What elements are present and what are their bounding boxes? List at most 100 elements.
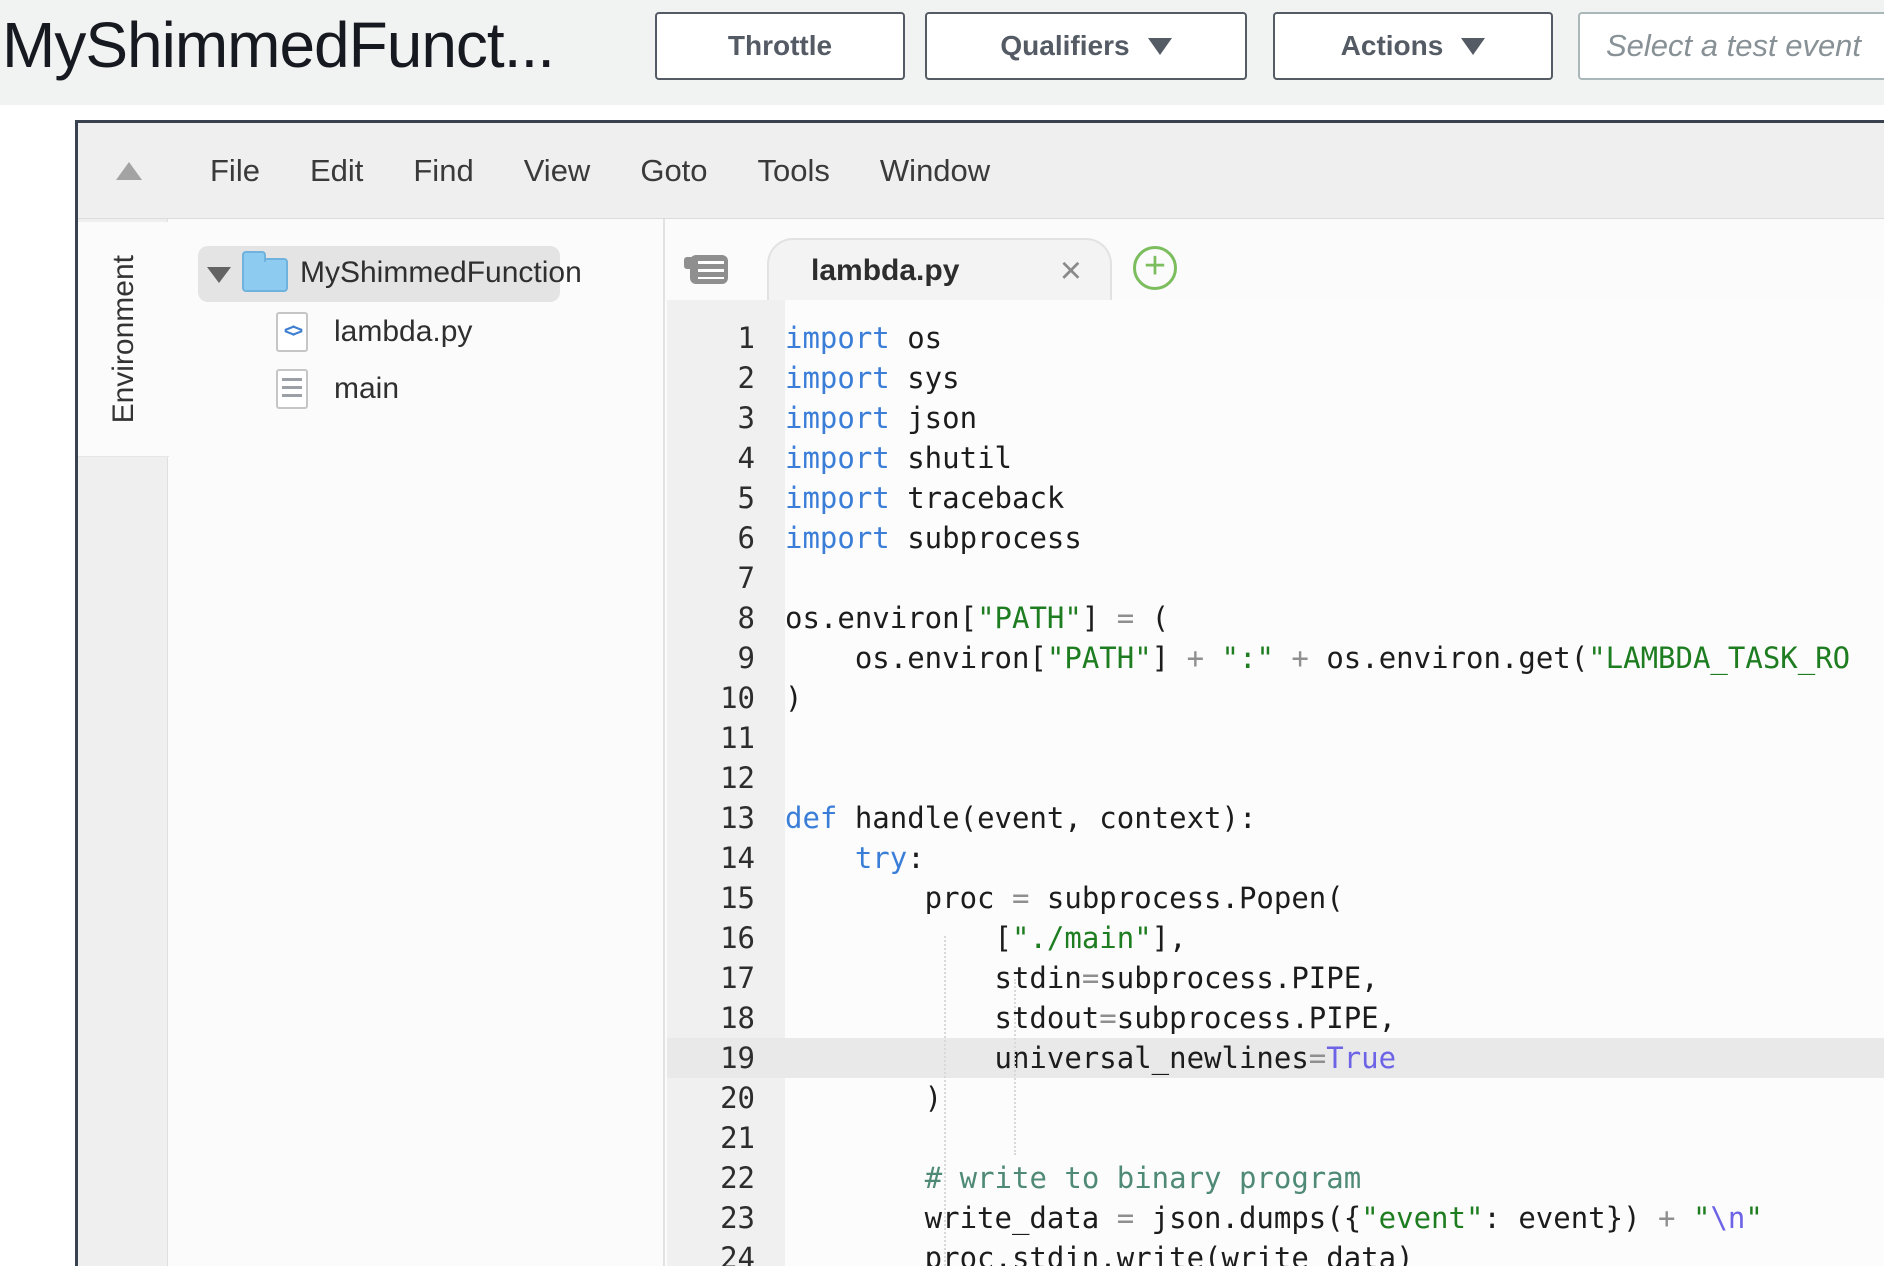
line-number[interactable]: 7 — [667, 558, 785, 598]
code-line-2[interactable]: 2import sys — [667, 358, 1884, 398]
tree-folder-row[interactable]: MyShimmedFunction — [168, 246, 663, 302]
code-glyph: <> — [284, 321, 300, 343]
aws-function-header: MyShimmedFunct... Throttle Qualifiers Ac… — [0, 0, 1884, 105]
environment-tab[interactable]: Environment — [78, 222, 169, 457]
line-content: import shutil — [785, 438, 1012, 478]
line-content: stdin=subprocess.PIPE, — [785, 958, 1379, 998]
menu-item-view[interactable]: View — [524, 153, 591, 189]
code-line-5[interactable]: 5import traceback — [667, 478, 1884, 518]
new-tab-icon[interactable]: + — [1133, 246, 1177, 290]
code-line-13[interactable]: 13def handle(event, context): — [667, 798, 1884, 838]
code-line-14[interactable]: 14 try: — [667, 838, 1884, 878]
line-number[interactable]: 2 — [667, 358, 785, 398]
line-number[interactable]: 11 — [667, 718, 785, 758]
throttle-button[interactable]: Throttle — [655, 12, 905, 80]
code-line-12[interactable]: 12 — [667, 758, 1884, 798]
line-number[interactable]: 21 — [667, 1118, 785, 1158]
actions-button[interactable]: Actions — [1273, 12, 1553, 80]
close-tab-icon[interactable]: × — [1060, 252, 1082, 290]
line-content: import traceback — [785, 478, 1064, 518]
line-number[interactable]: 18 — [667, 998, 785, 1038]
code-line-19[interactable]: 19 universal_newlines=True — [667, 1038, 1884, 1078]
text-lines-glyph — [282, 378, 302, 400]
code-line-3[interactable]: 3import json — [667, 398, 1884, 438]
code-line-9[interactable]: 9 os.environ["PATH"] + ":" + os.environ.… — [667, 638, 1884, 678]
line-content: ) — [785, 678, 802, 718]
line-content: try: — [785, 838, 925, 878]
code-line-24[interactable]: 24 proc.stdin.write(write_data) — [667, 1238, 1884, 1266]
code-line-1[interactable]: 1import os — [667, 318, 1884, 358]
code-line-7[interactable]: 7 — [667, 558, 1884, 598]
menu-item-file[interactable]: File — [210, 153, 260, 189]
environment-tab-label: Environment — [107, 255, 141, 423]
ide-window: File Edit Find View Goto Tools Window Environm… — [75, 120, 1884, 1266]
caret-down-icon — [1461, 38, 1485, 55]
tab-list-icon[interactable] — [690, 255, 728, 284]
line-number[interactable]: 14 — [667, 838, 785, 878]
editor-tabbar: lambda.py × + — [667, 219, 1884, 300]
line-number[interactable]: 19 — [667, 1038, 785, 1078]
line-number[interactable]: 1 — [667, 318, 785, 358]
tab-lambda-py[interactable]: lambda.py × — [767, 238, 1112, 302]
line-number[interactable]: 15 — [667, 878, 785, 918]
code-line-11[interactable]: 11 — [667, 718, 1884, 758]
line-number[interactable]: 6 — [667, 518, 785, 558]
code-line-16[interactable]: 16 ["./main"], — [667, 918, 1884, 958]
code-line-22[interactable]: 22 # write to binary program — [667, 1158, 1884, 1198]
line-number[interactable]: 9 — [667, 638, 785, 678]
code-file-icon: <> — [276, 312, 308, 352]
qualifiers-button[interactable]: Qualifiers — [925, 12, 1247, 80]
code-line-18[interactable]: 18 stdout=subprocess.PIPE, — [667, 998, 1884, 1038]
menu-item-window[interactable]: Window — [880, 153, 990, 189]
line-number[interactable]: 22 — [667, 1158, 785, 1198]
line-content: def handle(event, context): — [785, 798, 1256, 838]
line-content: universal_newlines=True — [785, 1038, 1396, 1078]
line-content: import subprocess — [785, 518, 1082, 558]
menu-item-tools[interactable]: Tools — [758, 153, 830, 189]
folder-icon — [242, 258, 288, 292]
line-number[interactable]: 16 — [667, 918, 785, 958]
line-number[interactable]: 3 — [667, 398, 785, 438]
file-tree: MyShimmedFunction <>lambda.py main — [168, 219, 665, 1266]
ide-menubar: File Edit Find View Goto Tools Window — [78, 123, 1884, 219]
code-line-20[interactable]: 20 ) — [667, 1078, 1884, 1118]
collapse-panel-icon[interactable] — [116, 162, 142, 180]
line-content: import json — [785, 398, 977, 438]
line-number[interactable]: 4 — [667, 438, 785, 478]
line-content: write_data = json.dumps({"event": event}… — [785, 1198, 1763, 1238]
code-editor[interactable]: 1import os2import sys3import json4import… — [667, 300, 1884, 1266]
menu-items: File Edit Find View Goto Tools Window — [142, 153, 990, 189]
menu-item-find[interactable]: Find — [413, 153, 473, 189]
code-line-23[interactable]: 23 write_data = json.dumps({"event": eve… — [667, 1198, 1884, 1238]
code-line-10[interactable]: 10) — [667, 678, 1884, 718]
line-content: ["./main"], — [785, 918, 1187, 958]
code-line-17[interactable]: 17 stdin=subprocess.PIPE, — [667, 958, 1884, 998]
line-number[interactable]: 10 — [667, 678, 785, 718]
code-line-6[interactable]: 6import subprocess — [667, 518, 1884, 558]
line-number[interactable]: 24 — [667, 1238, 785, 1266]
disclosure-triangle-icon[interactable] — [207, 267, 231, 283]
line-number[interactable]: 20 — [667, 1078, 785, 1118]
line-number[interactable]: 12 — [667, 758, 785, 798]
line-number[interactable]: 17 — [667, 958, 785, 998]
line-number[interactable]: 13 — [667, 798, 785, 838]
line-content: # write to binary program — [785, 1158, 1361, 1198]
tree-file-row-main[interactable]: main — [168, 367, 663, 413]
code-line-8[interactable]: 8os.environ["PATH"] = ( — [667, 598, 1884, 638]
function-name-title: MyShimmedFunct... — [2, 8, 554, 82]
line-content: proc.stdin.write(write_data) — [785, 1238, 1414, 1266]
lambda-console-page: MyShimmedFunct... Throttle Qualifiers Ac… — [0, 0, 1884, 1266]
line-number[interactable]: 23 — [667, 1198, 785, 1238]
code-line-15[interactable]: 15 proc = subprocess.Popen( — [667, 878, 1884, 918]
line-number[interactable]: 8 — [667, 598, 785, 638]
qualifiers-button-label: Qualifiers — [1000, 30, 1129, 62]
code-lines: 1import os2import sys3import json4import… — [667, 318, 1884, 1266]
code-line-21[interactable]: 21 — [667, 1118, 1884, 1158]
tree-file-row-lambda-py[interactable]: <>lambda.py — [168, 310, 663, 356]
code-line-4[interactable]: 4import shutil — [667, 438, 1884, 478]
throttle-button-label: Throttle — [728, 30, 832, 62]
test-event-select[interactable]: Select a test event — [1578, 12, 1884, 80]
menu-item-goto[interactable]: Goto — [640, 153, 707, 189]
menu-item-edit[interactable]: Edit — [310, 153, 363, 189]
line-number[interactable]: 5 — [667, 478, 785, 518]
